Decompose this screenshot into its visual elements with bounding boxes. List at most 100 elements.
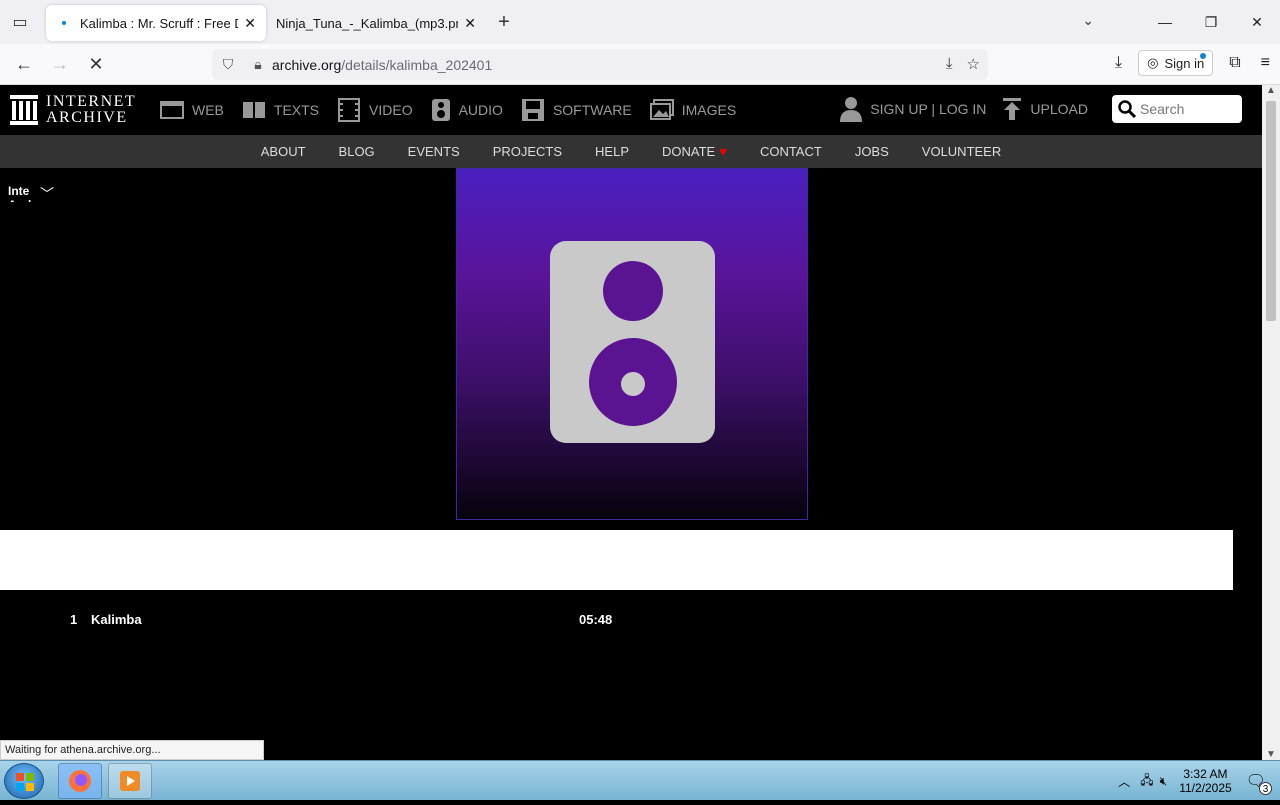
scrollbar-thumb[interactable] (1266, 101, 1276, 321)
menu-label: TEXTS (273, 102, 320, 118)
chevron-down-icon[interactable]: ⌄ (1082, 12, 1094, 29)
address-bar[interactable]: ⛉ 🔒︎ archive.org/details/kalimba_202401 … (212, 49, 988, 80)
user-icon (840, 97, 863, 122)
subnav-help[interactable]: HELP (595, 144, 629, 159)
menu-label: IMAGES (681, 102, 737, 118)
account-icon: ◎ (1147, 55, 1159, 70)
page-scrollbar[interactable]: ▲ ▼ (1262, 85, 1280, 760)
logo-line-1: INTERNET (46, 93, 137, 110)
tab-title: Ninja_Tuna_-_Kalimba_(mp3.pm).mp (276, 15, 458, 31)
downloads-icon[interactable]: ⤓ (1115, 54, 1122, 72)
subnav-jobs[interactable]: JOBS (855, 144, 889, 159)
search-icon (1118, 100, 1136, 118)
loading-dot-icon (62, 21, 66, 25)
lock-icon[interactable]: 🔒︎ (244, 56, 272, 73)
images-icon (649, 99, 674, 120)
status-text: Waiting for athena.archive.org... (0, 740, 264, 760)
item-content: Inte Arch ﹀ 1 Kalimba 05:48 (0, 168, 1262, 760)
subnav-about[interactable]: ABOUT (261, 144, 306, 159)
scroll-down-icon[interactable]: ▼ (1262, 749, 1280, 760)
media-player-icon (120, 771, 140, 791)
ia-account-area: SIGN UP | LOG IN UPLOAD Search (840, 95, 1242, 123)
browser-nav-bar: ← → ✕ ⛉ 🔒︎ archive.org/details/kalimba_2… (0, 44, 1280, 85)
scroll-up-icon[interactable]: ▲ (1262, 85, 1280, 96)
subnav-blog[interactable]: BLOG (339, 144, 375, 159)
menu-label: VIDEO (369, 102, 413, 118)
firefox-icon (69, 770, 91, 792)
upload-label: UPLOAD (1030, 101, 1088, 117)
new-tab-icon[interactable]: + (486, 11, 522, 34)
media-type-menu: WEB TEXTS VIDEO AUDIO SOFTWARE IMAGES (160, 98, 754, 122)
web-icon (160, 101, 184, 119)
tab-kalimba[interactable]: Kalimba : Mr. Scruff : Free Down ✕ (46, 5, 266, 41)
menu-label: SOFTWARE (552, 102, 632, 118)
url-host: archive.org (272, 56, 342, 73)
menu-label: WEB (192, 102, 224, 118)
windows-logo-icon (16, 773, 34, 791)
menu-label: AUDIO (458, 102, 503, 118)
menu-images[interactable]: IMAGES (649, 99, 737, 121)
subnav-donate: DONATE (662, 144, 716, 159)
clock-date: 11/2/2025 (1179, 781, 1232, 795)
stop-loading-icon[interactable]: ✕ (78, 54, 114, 75)
tab-mp3[interactable]: Ninja_Tuna_-_Kalimba_(mp3.pm).mp ✕ (266, 5, 486, 41)
upload-link[interactable]: UPLOAD (1002, 98, 1088, 120)
audio-player[interactable] (0, 530, 1233, 590)
back-icon[interactable]: ← (6, 54, 42, 75)
ia-logo[interactable]: INTERNET ARCHIVE (10, 94, 160, 126)
show-hidden-icons-icon[interactable]: ︿ (1118, 773, 1130, 790)
audio-artwork (456, 168, 808, 520)
signup-login-link[interactable]: SIGN UP | LOG IN (840, 96, 986, 122)
menu-web[interactable]: WEB (160, 100, 224, 120)
subnav-volunteer[interactable]: VOLUNTEER (922, 144, 1001, 159)
signup-login-label: SIGN UP | LOG IN (870, 101, 987, 117)
action-center-icon[interactable]: 🗨︎ 3 (1246, 771, 1272, 795)
extensions-icon[interactable]: ⧉ (1229, 54, 1240, 72)
shield-icon[interactable]: ⛉ (212, 56, 244, 73)
clock-time: 3:32 AM (1183, 767, 1228, 781)
archive-temple-icon (10, 95, 38, 125)
subnav-contact[interactable]: CONTACT (760, 144, 822, 159)
collection-label[interactable]: Inte Arch (8, 184, 34, 202)
tab-list-icon[interactable]: ▭ (0, 0, 40, 44)
menu-icon[interactable]: ≡ (1261, 54, 1270, 72)
url-path: /details/kalimba_202401 (341, 56, 493, 73)
clock[interactable]: 3:32 AM 11/2/2025 (1179, 767, 1232, 795)
taskbar-firefox[interactable] (58, 763, 102, 799)
start-button[interactable] (4, 763, 44, 799)
close-tab-icon[interactable]: ✕ (244, 15, 256, 32)
menu-audio[interactable]: AUDIO (431, 98, 503, 122)
taskbar-media-player[interactable] (108, 763, 152, 799)
menu-video[interactable]: VIDEO (337, 98, 413, 122)
search-input[interactable]: Search (1112, 95, 1242, 123)
volume-muted-icon[interactable]: 🔇︎ (1160, 774, 1168, 789)
chevron-down-icon[interactable]: ﹀ (40, 184, 54, 204)
restore-icon[interactable]: ❐ (1188, 0, 1234, 44)
browser-tab-strip: ▭ Kalimba : Mr. Scruff : Free Down ✕ Nin… (0, 0, 1280, 44)
minimize-icon[interactable]: — (1142, 0, 1188, 44)
notification-count: 3 (1259, 782, 1272, 795)
texts-icon (242, 102, 265, 118)
track-number: 1 (70, 612, 78, 627)
bookmark-star-icon[interactable]: ☆ (967, 55, 980, 73)
system-tray: ︿ 🖧︎ 🔇︎ 3:32 AM 11/2/2025 🗨︎ 3 (1118, 761, 1280, 801)
track-duration: 05:48 (579, 612, 613, 627)
video-icon (338, 98, 361, 122)
upload-icon (1003, 98, 1022, 120)
save-page-icon[interactable]: ⤓ (946, 55, 953, 73)
forward-icon[interactable]: → (42, 54, 78, 75)
menu-software[interactable]: SOFTWARE (521, 98, 632, 122)
sign-in-button[interactable]: ◎ Sign in (1138, 50, 1214, 76)
subnav-projects[interactable]: PROJECTS (493, 144, 562, 159)
speaker-icon (550, 241, 715, 443)
windows-taskbar: ︿ 🖧︎ 🔇︎ 3:32 AM 11/2/2025 🗨︎ 3 (0, 760, 1280, 800)
subnav-events[interactable]: EVENTS (408, 144, 460, 159)
notification-dot (1200, 53, 1207, 59)
subnav-donate-wrap[interactable]: DONATE ♥ (662, 144, 727, 159)
search-placeholder: Search (1140, 101, 1185, 117)
network-icon[interactable]: 🖧︎ (1140, 771, 1153, 792)
heart-icon: ♥ (719, 144, 727, 159)
menu-texts[interactable]: TEXTS (242, 100, 319, 120)
close-tab-icon[interactable]: ✕ (464, 15, 476, 32)
close-window-icon[interactable]: ✕ (1234, 0, 1280, 44)
